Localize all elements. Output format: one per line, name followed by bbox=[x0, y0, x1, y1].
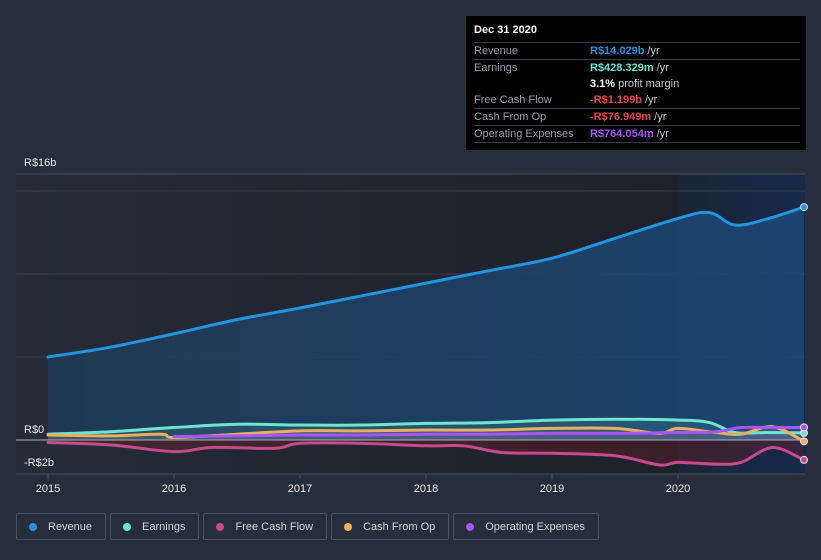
legend-dot-icon bbox=[29, 522, 37, 531]
legend-item-cash-from-op[interactable]: Cash From Op bbox=[331, 513, 450, 540]
tooltip-unit: /yr bbox=[656, 128, 669, 140]
tooltip-value: R$14.029b bbox=[590, 45, 645, 57]
tooltip-date: Dec 31 2020 bbox=[474, 24, 800, 43]
legend-label: Revenue bbox=[48, 520, 93, 533]
tooltip-value: -R$76.949m bbox=[590, 111, 652, 123]
tooltip-row: Operating Expenses R$764.054m/yr bbox=[474, 126, 800, 143]
tooltip-label: Revenue bbox=[474, 45, 519, 57]
x-tick-label: 2018 bbox=[414, 483, 438, 495]
tooltip-unit: /yr bbox=[656, 62, 669, 74]
tooltip-value: 3.1% bbox=[590, 78, 616, 90]
legend-label: Cash From Op bbox=[363, 520, 436, 533]
tooltip-row: 3.1% profit margin bbox=[474, 76, 800, 92]
x-tick-label: 2020 bbox=[666, 483, 690, 495]
endpoint-free-cash-flow bbox=[800, 455, 808, 464]
x-tick-label: 2016 bbox=[162, 483, 186, 495]
tooltip: Dec 31 2020 Revenue R$14.029b/yr Earnings R… bbox=[466, 16, 806, 150]
tooltip-label: Earnings bbox=[474, 62, 518, 74]
tooltip-unit: /yr bbox=[647, 45, 660, 57]
tooltip-value: R$764.054m bbox=[590, 128, 654, 140]
legend-dot-icon bbox=[466, 522, 475, 531]
y-tick-label: -R$2b bbox=[24, 457, 54, 469]
tooltip-row: Free Cash Flow -R$1.199b/yr bbox=[474, 92, 800, 109]
y-tick-label: R$16b bbox=[24, 157, 56, 169]
tooltip-unit: /yr bbox=[644, 94, 658, 106]
x-tick-label: 2015 bbox=[36, 483, 60, 495]
tooltip-row: Earnings R$428.329m/yr bbox=[474, 60, 800, 76]
legend-label: Operating Expenses bbox=[485, 520, 585, 533]
legend-item-operating-expenses[interactable]: Operating Expenses bbox=[453, 513, 599, 540]
tooltip-row: Revenue R$14.029b/yr bbox=[474, 43, 800, 60]
tooltip-label: Free Cash Flow bbox=[474, 94, 552, 106]
legend-label: Free Cash Flow bbox=[235, 520, 314, 533]
tooltip-unit: profit margin bbox=[618, 78, 680, 90]
legend: Revenue Earnings Free Cash Flow Cash From O… bbox=[16, 513, 599, 540]
tooltip-label: Operating Expenses bbox=[474, 128, 574, 140]
tooltip-label bbox=[474, 76, 590, 92]
endpoint-revenue bbox=[800, 203, 808, 212]
endpoint-operating-expenses bbox=[800, 423, 808, 432]
legend-item-revenue[interactable]: Revenue bbox=[16, 513, 107, 540]
tooltip-label: Cash From Op bbox=[474, 111, 547, 123]
endpoint-cash-from-op bbox=[800, 437, 808, 446]
tooltip-value: R$428.329m bbox=[590, 62, 654, 74]
legend-dot-icon bbox=[216, 522, 225, 531]
y-tick-label: R$0 bbox=[24, 424, 44, 436]
x-tick-label: 2017 bbox=[288, 483, 312, 495]
legend-item-earnings[interactable]: Earnings bbox=[110, 513, 200, 540]
legend-label: Earnings bbox=[142, 520, 186, 533]
legend-dot-icon bbox=[123, 522, 132, 531]
tooltip-unit: /yr bbox=[654, 111, 667, 123]
legend-item-free-cash-flow[interactable]: Free Cash Flow bbox=[203, 513, 328, 540]
tooltip-value: -R$1.199b bbox=[590, 94, 642, 106]
tooltip-row: Cash From Op -R$76.949m/yr bbox=[474, 109, 800, 126]
x-tick-label: 2019 bbox=[540, 483, 564, 495]
legend-dot-icon bbox=[344, 522, 353, 531]
